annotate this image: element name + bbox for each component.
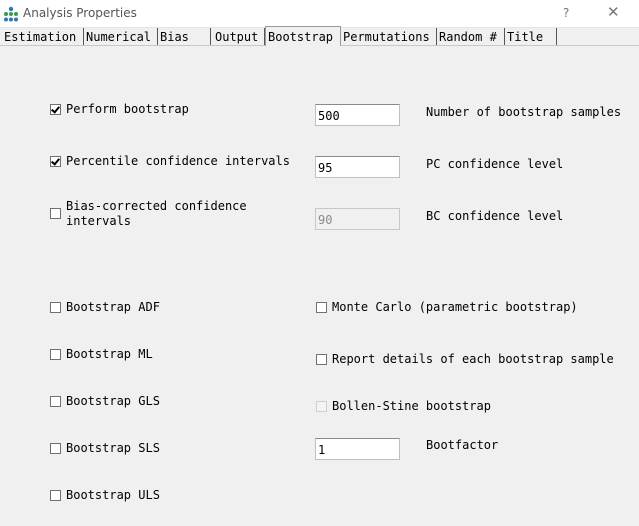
bootstrap-samples-label: Number of bootstrap samples (426, 105, 622, 119)
bootstrap-uls-label: Bootstrap ULS (66, 488, 160, 502)
title-bar: Analysis Properties ? ✕ (0, 0, 639, 28)
percentile-ci-label: Percentile confidence intervals (66, 154, 290, 168)
window-title: Analysis Properties (23, 6, 137, 20)
help-button[interactable]: ? (563, 6, 569, 20)
bias-corrected-ci-label-line1: Bias-corrected confidence (66, 199, 247, 213)
perform-bootstrap-label: Perform bootstrap (66, 102, 189, 116)
perform-bootstrap-checkbox[interactable] (50, 104, 61, 115)
bollen-stine-checkbox[interactable] (316, 401, 327, 412)
monte-carlo-checkbox[interactable] (316, 302, 327, 313)
tab-bias[interactable]: Bias (158, 28, 211, 46)
percentile-ci-checkbox[interactable] (50, 156, 61, 167)
tab-strip: Estimation Numerical Bias Output Bootstr… (0, 26, 639, 46)
close-button[interactable]: ✕ (607, 3, 620, 21)
bootstrap-sls-label: Bootstrap SLS (66, 441, 160, 455)
tab-bootstrap[interactable]: Bootstrap (265, 26, 341, 46)
bc-level-label: BC confidence level (426, 209, 564, 223)
bootfactor-label: Bootfactor (426, 438, 499, 452)
bootstrap-uls-checkbox[interactable] (50, 490, 61, 501)
bootstrap-adf-checkbox[interactable] (50, 302, 61, 313)
bollen-stine-label: Bollen-Stine bootstrap (332, 399, 491, 413)
bias-corrected-ci-label-line2: intervals (66, 214, 132, 228)
bootstrap-ml-label: Bootstrap ML (66, 347, 153, 361)
bootfactor-input[interactable]: 1 (315, 438, 400, 460)
tab-estimation[interactable]: Estimation (2, 28, 84, 46)
bootstrap-gls-label: Bootstrap GLS (66, 394, 160, 408)
pc-level-input[interactable]: 95 (315, 156, 400, 178)
report-details-checkbox[interactable] (316, 354, 327, 365)
report-details-label: Report details of each bootstrap sample (332, 352, 614, 366)
tab-title[interactable]: Title (505, 28, 557, 46)
monte-carlo-label: Monte Carlo (parametric bootstrap) (332, 300, 578, 314)
bootstrap-samples-input[interactable]: 500 (315, 104, 400, 126)
pc-level-label: PC confidence level (426, 157, 564, 171)
tab-permutations[interactable]: Permutations (341, 28, 437, 46)
tab-numerical[interactable]: Numerical (84, 28, 158, 46)
network-model-icon (4, 6, 18, 22)
bootstrap-gls-checkbox[interactable] (50, 396, 61, 407)
bootstrap-adf-label: Bootstrap ADF (66, 300, 160, 314)
bootstrap-ml-checkbox[interactable] (50, 349, 61, 360)
bootstrap-sls-checkbox[interactable] (50, 443, 61, 454)
tab-output[interactable]: Output (213, 28, 265, 46)
bias-corrected-ci-checkbox[interactable] (50, 208, 61, 219)
bc-level-input[interactable]: 90 (315, 208, 400, 230)
tab-random[interactable]: Random # (437, 28, 505, 46)
